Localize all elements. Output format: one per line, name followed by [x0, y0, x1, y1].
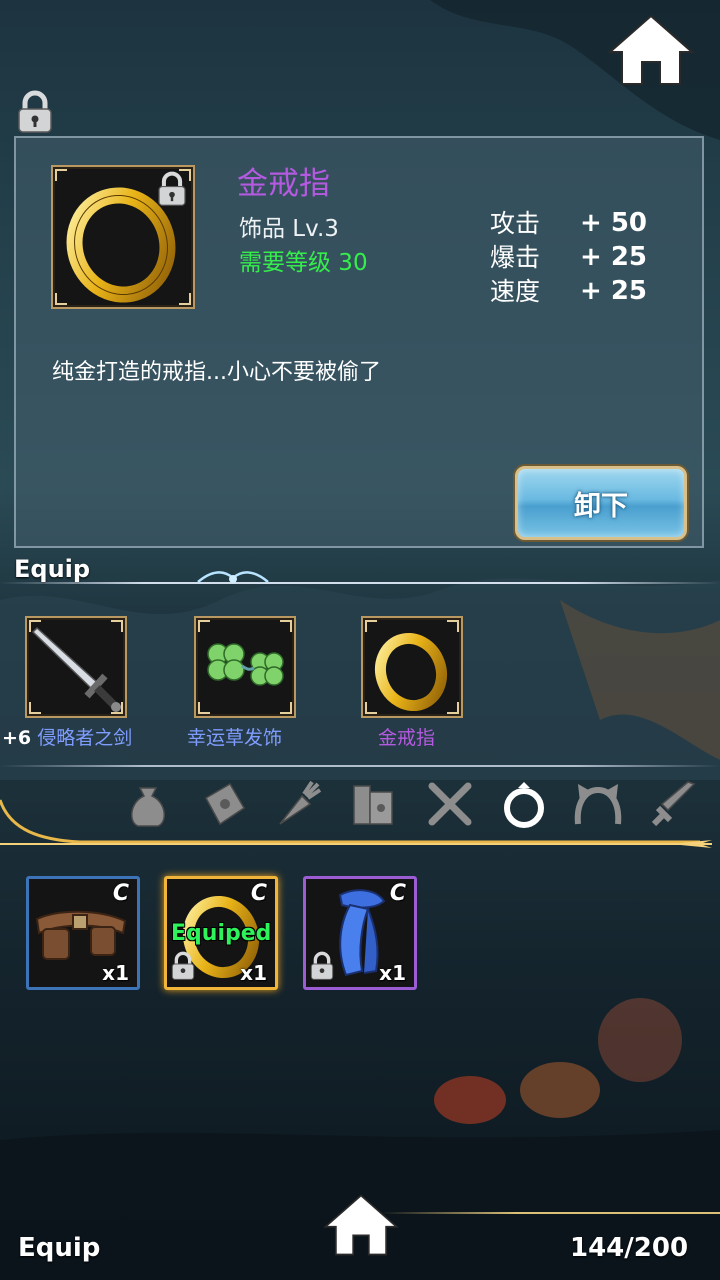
- lock-icon: [308, 951, 336, 985]
- stat-value-crit: + 25: [580, 242, 648, 272]
- enhance-level: +6: [2, 727, 32, 749]
- rarity-badge: C: [250, 881, 267, 906]
- item-description: 纯金打造的戒指...小心不要被偷了: [52, 360, 381, 385]
- equip-slot-ring[interactable]: [361, 616, 463, 718]
- equipped-badge: Equiped: [171, 921, 272, 946]
- equip-slot-hair-label: 幸运草发饰: [187, 727, 283, 749]
- inventory-slot-blue-scarf[interactable]: C x1: [303, 876, 417, 990]
- scroll-icon[interactable]: [198, 778, 250, 830]
- stat-label-attack: 攻击: [490, 209, 541, 238]
- inventory-capacity: 144/200: [570, 1233, 689, 1263]
- books-icon[interactable]: [348, 778, 400, 830]
- item-quantity: x1: [102, 961, 129, 985]
- item-quantity: x1: [240, 961, 267, 985]
- home-icon[interactable]: [322, 1190, 400, 1260]
- inventory-slot-gold-ring[interactable]: C Equiped x1: [164, 876, 278, 990]
- bag-icon[interactable]: [122, 778, 174, 830]
- inventory-slot-belt[interactable]: C x1: [26, 876, 140, 990]
- equip-slot-ring-label: 金戒指: [378, 727, 436, 749]
- rarity-badge: C: [112, 881, 129, 906]
- item-level-requirement: 需要等级 30: [239, 250, 368, 276]
- fork-knife-icon[interactable]: [424, 778, 476, 830]
- section-divider: [0, 582, 720, 584]
- item-quantity: x1: [379, 961, 406, 985]
- item-type-level: 饰品 Lv.3: [239, 216, 339, 242]
- stat-label-speed: 速度: [490, 277, 541, 306]
- section-divider: [0, 765, 720, 767]
- cat-ears-icon[interactable]: [572, 778, 624, 830]
- item-name: 金戒指: [237, 166, 330, 202]
- rarity-badge: C: [389, 881, 406, 906]
- stat-label-crit: 爆击: [490, 243, 541, 272]
- footer-divider: [380, 1212, 720, 1214]
- ring-icon[interactable]: [498, 778, 550, 830]
- lock-icon[interactable]: [14, 90, 56, 134]
- home-icon[interactable]: [606, 12, 696, 88]
- ornament-icon: [196, 568, 270, 588]
- lock-icon: [169, 951, 197, 985]
- footer-title: Equip: [18, 1233, 101, 1263]
- sword-icon[interactable]: [648, 778, 700, 830]
- stat-value-attack: + 50: [580, 208, 648, 238]
- unequip-button[interactable]: 卸下: [515, 466, 687, 540]
- sword-item-icon: [31, 626, 121, 712]
- gold-ring-icon: [375, 632, 447, 712]
- carrot-icon[interactable]: [272, 778, 324, 830]
- weapon-name: 侵略者之剑: [37, 727, 133, 749]
- equip-slot-hair[interactable]: [194, 616, 296, 718]
- item-portrait-frame: [51, 165, 195, 309]
- stat-value-speed: + 25: [580, 276, 648, 306]
- lock-icon: [155, 171, 189, 207]
- clover-item-icon: [207, 643, 284, 686]
- equip-slot-weapon[interactable]: [25, 616, 127, 718]
- equip-slot-weapon-label: +6 侵略者之剑: [2, 723, 132, 750]
- equip-section-title: Equip: [14, 555, 91, 583]
